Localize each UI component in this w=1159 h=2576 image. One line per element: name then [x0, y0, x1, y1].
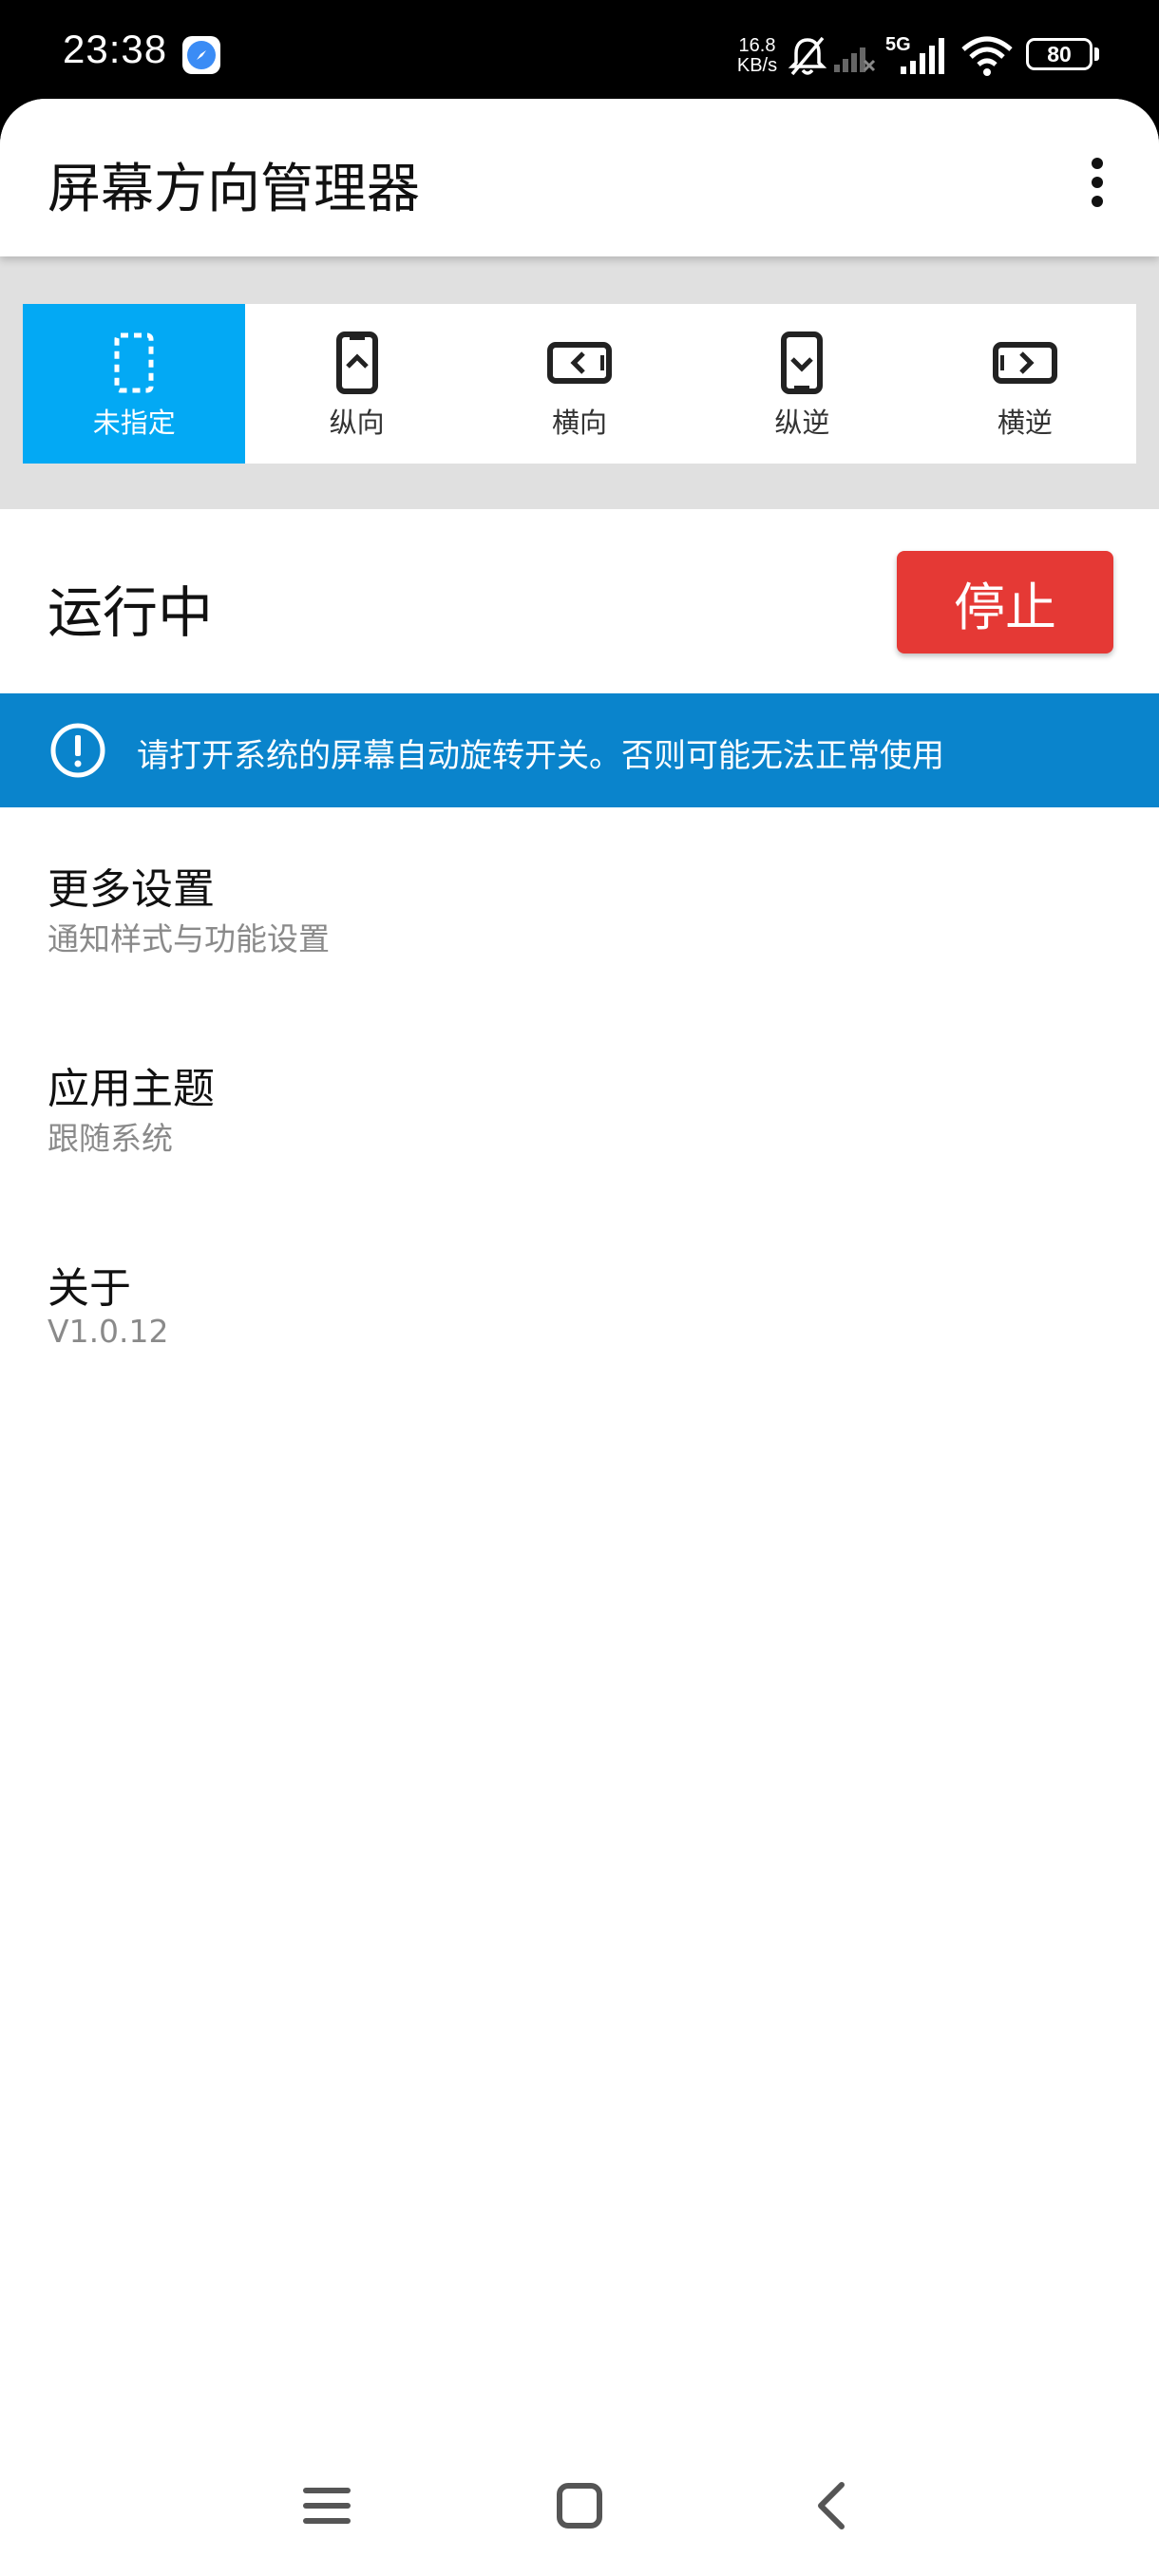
network-speed-value: 16.8 — [738, 35, 776, 56]
signal-off-icon — [834, 47, 876, 72]
settings-item-more[interactable]: 更多设置 通知样式与功能设置 — [0, 807, 1159, 1007]
battery-nub — [1094, 47, 1099, 61]
orientation-selector: 未指定 纵向 横向 纵逆 横逆 — [23, 304, 1136, 464]
portrait-icon — [335, 331, 378, 394]
home-icon[interactable] — [551, 2477, 608, 2534]
orientation-unspecified[interactable]: 未指定 — [23, 304, 246, 464]
settings-item-subtitle: 跟随系统 — [48, 1120, 173, 1157]
reverse-landscape-icon — [992, 342, 1057, 384]
settings-item-title: 更多设置 — [48, 865, 215, 914]
landscape-icon — [547, 342, 613, 384]
app-bar: 屏幕方向管理器 — [0, 99, 1159, 256]
settings-item-subtitle: V1.0.12 — [48, 1313, 169, 1350]
banner-text: 请打开系统的屏幕自动旋转开关。否则可能无法正常使用 — [137, 737, 944, 775]
orientation-reverse-portrait[interactable]: 纵逆 — [691, 304, 913, 464]
back-icon[interactable] — [804, 2477, 861, 2534]
orientation-landscape[interactable]: 横向 — [468, 304, 691, 464]
service-status-card: 运行中 停止 — [0, 509, 1159, 693]
settings-item-title: 应用主题 — [48, 1065, 215, 1113]
reverse-portrait-icon — [781, 331, 824, 394]
orientation-label: 横逆 — [997, 407, 1053, 439]
orientation-label: 未指定 — [92, 407, 176, 439]
stop-button[interactable]: 停止 — [897, 551, 1113, 653]
orientation-reverse-landscape[interactable]: 横逆 — [914, 304, 1136, 464]
browser-notification-icon — [182, 36, 220, 74]
auto-rotate-warning-banner[interactable]: 请打开系统的屏幕自动旋转开关。否则可能无法正常使用 — [0, 693, 1159, 807]
status-time: 23:38 — [63, 27, 168, 71]
battery-level: 80 — [1047, 42, 1072, 66]
settings-item-subtitle: 通知样式与功能设置 — [48, 920, 330, 957]
app-title: 屏幕方向管理器 — [48, 159, 420, 220]
bell-off-icon — [788, 36, 827, 76]
navigation-bar — [0, 2422, 1159, 2576]
more-options-icon[interactable] — [1074, 152, 1121, 213]
network-speed: 16.8 KB/s — [730, 36, 785, 76]
settings-item-about[interactable]: 关于 V1.0.12 — [0, 1206, 1159, 1406]
battery-icon: 80 — [1026, 38, 1092, 70]
orientation-label: 纵向 — [329, 407, 385, 439]
settings-item-theme[interactable]: 应用主题 跟随系统 — [0, 1007, 1159, 1206]
signal-icon — [901, 38, 944, 74]
network-speed-unit: KB/s — [736, 55, 778, 76]
unspecified-icon — [114, 332, 154, 393]
status-bar: 23:38 16.8 KB/s 5G 80 — [0, 0, 1159, 104]
wifi-icon — [961, 36, 1013, 76]
service-status: 运行中 — [48, 580, 214, 645]
orientation-label: 横向 — [552, 407, 608, 439]
settings-item-title: 关于 — [48, 1264, 131, 1313]
orientation-label: 纵逆 — [774, 407, 830, 439]
recents-menu-icon[interactable] — [298, 2477, 355, 2534]
info-icon — [50, 723, 105, 778]
app-window: 屏幕方向管理器 未指定 纵向 横向 纵逆 横逆 运行中 停止 请打开系统的屏幕自… — [0, 99, 1159, 2576]
orientation-portrait[interactable]: 纵向 — [245, 304, 467, 464]
